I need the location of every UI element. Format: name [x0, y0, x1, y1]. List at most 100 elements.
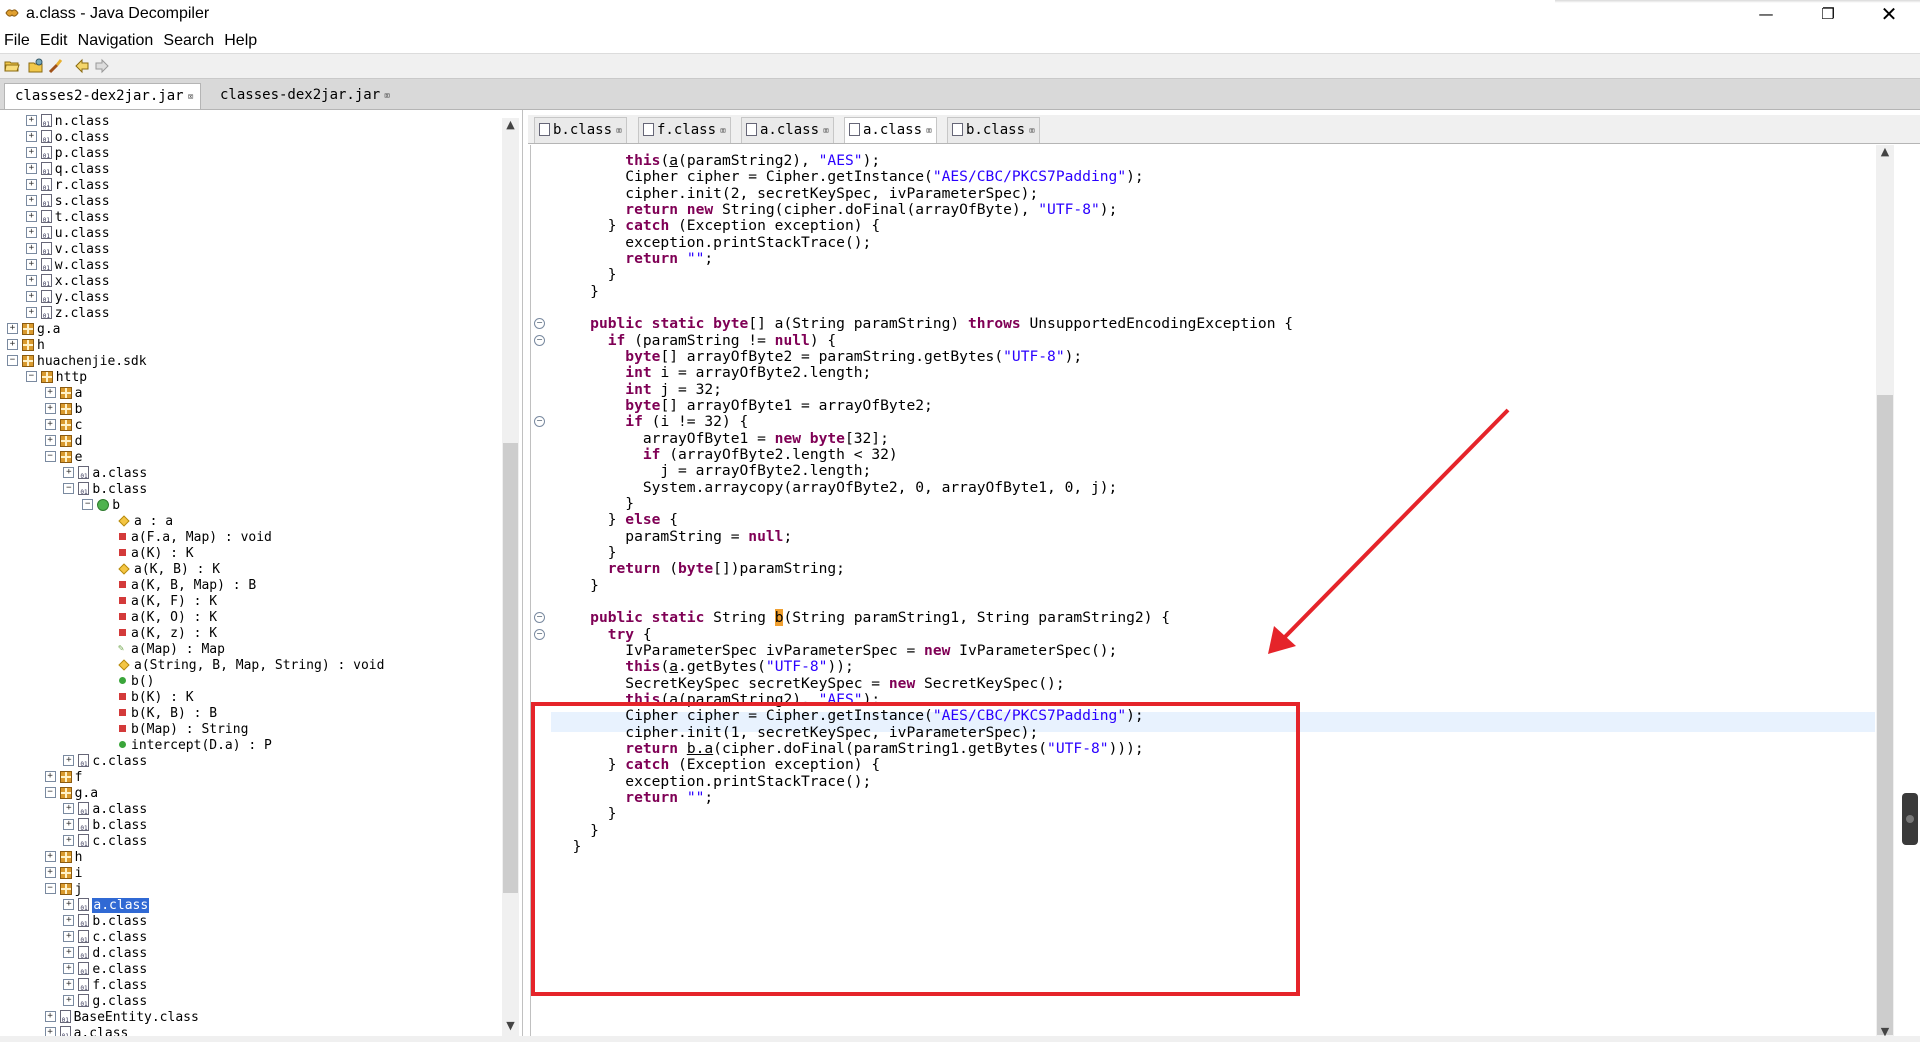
restore-button[interactable]: ❐ [1805, 0, 1851, 30]
expand-icon[interactable]: + [25, 275, 37, 286]
editor-tab[interactable]: b.class ⌧ [534, 117, 628, 143]
expand-icon[interactable]: + [44, 387, 56, 398]
expand-icon[interactable]: + [25, 243, 37, 254]
close-icon[interactable]: ⌧ [720, 126, 726, 137]
expand-icon[interactable]: + [25, 211, 37, 222]
close-icon[interactable]: ⌧ [1029, 126, 1035, 137]
tree-item[interactable]: − e [44, 450, 82, 466]
tree-item[interactable]: a(K) : K [117, 546, 194, 562]
tree-item[interactable]: − g.a [44, 786, 98, 802]
open-file-icon[interactable] [4, 58, 20, 74]
close-icon[interactable]: ⌧ [823, 126, 829, 137]
tree-item[interactable]: + y.class [25, 290, 110, 309]
forward-arrow-icon[interactable] [94, 58, 110, 74]
tree-item[interactable]: + s.class [25, 194, 110, 213]
tab-classes-dex2jar[interactable]: classes-dex2jar.jar ⌧ [210, 83, 396, 108]
expand-icon[interactable]: + [25, 291, 37, 302]
expand-icon[interactable]: + [25, 163, 37, 174]
expand-icon[interactable]: + [25, 179, 37, 190]
tree-item[interactable]: + n.class [25, 114, 110, 133]
back-arrow-icon[interactable] [74, 58, 90, 74]
expand-icon[interactable]: + [25, 227, 37, 238]
tree-item[interactable]: + d [44, 434, 82, 450]
expand-icon[interactable]: + [25, 195, 37, 206]
expand-icon[interactable]: + [44, 851, 56, 862]
side-slider-handle[interactable] [1902, 793, 1918, 845]
expand-icon[interactable]: + [63, 899, 75, 910]
tree-item[interactable]: − b [82, 498, 120, 514]
tree-item[interactable]: a(K, F) : K [117, 594, 217, 610]
tree-item[interactable]: + g.a [7, 322, 60, 338]
menu-edit[interactable]: Edit [40, 30, 68, 50]
tree-item[interactable]: + a.class [63, 466, 147, 485]
tree-item[interactable]: a(String, B, Map, String) : void [117, 658, 384, 674]
tree-item[interactable]: + a.class [63, 802, 147, 821]
expand-icon[interactable]: + [25, 259, 37, 270]
tree-item[interactable]: + t.class [25, 210, 110, 229]
tree-item[interactable]: − j [44, 882, 82, 898]
close-icon[interactable]: ⌧ [616, 126, 622, 137]
expand-icon[interactable]: + [63, 947, 75, 958]
tree-item[interactable]: + c.class [63, 754, 147, 773]
scroll-down-icon[interactable]: ▼ [502, 1019, 519, 1036]
tree-item[interactable]: + p.class [25, 146, 110, 165]
tree-item[interactable]: + x.class [25, 274, 110, 293]
expand-icon[interactable]: + [25, 131, 37, 142]
tree-item[interactable]: + h [7, 338, 45, 354]
tree-item[interactable]: + o.class [25, 130, 110, 149]
tree-item[interactable]: + a.class [63, 898, 150, 917]
expand-icon[interactable]: + [7, 339, 18, 350]
tree-item[interactable]: + b.class [63, 818, 147, 837]
search-icon[interactable] [48, 58, 64, 74]
tree-item[interactable]: + h [44, 850, 82, 866]
menu-navigation[interactable]: Navigation [78, 30, 154, 50]
expand-icon[interactable]: + [44, 867, 56, 878]
tree-item[interactable]: + BaseEntity.class [44, 1010, 199, 1029]
expand-icon[interactable]: + [44, 1011, 56, 1022]
expand-icon[interactable]: + [25, 147, 37, 158]
tree-item[interactable]: a(K, B, Map) : B [117, 578, 256, 594]
expand-icon[interactable]: + [44, 435, 56, 446]
scroll-up-icon[interactable]: ▲ [1876, 145, 1894, 162]
tree-item[interactable]: + g.class [63, 994, 147, 1013]
tree-item[interactable]: − b.class [63, 482, 147, 501]
tree-item[interactable]: b(K, B) : B [117, 706, 217, 722]
scroll-thumb[interactable] [503, 443, 518, 893]
editor-tab[interactable]: b.class ⌧ [947, 117, 1041, 143]
tree-item[interactable]: + u.class [25, 226, 110, 245]
close-icon[interactable]: ⌧ [384, 91, 390, 102]
tree-item[interactable]: + q.class [25, 162, 110, 181]
menu-search[interactable]: Search [163, 30, 214, 50]
expand-icon[interactable]: + [63, 467, 75, 478]
expand-icon[interactable]: + [63, 915, 75, 926]
tree-item[interactable]: + r.class [25, 178, 110, 197]
fold-icon[interactable]: − [534, 416, 545, 428]
tree-item[interactable]: + v.class [25, 242, 110, 261]
expand-icon[interactable]: + [63, 819, 75, 830]
tree-item[interactable]: + b.class [63, 914, 147, 933]
tree-item[interactable]: + d.class [63, 946, 147, 965]
tree-item[interactable]: b() [117, 674, 154, 690]
tree-item[interactable]: − http [25, 370, 87, 386]
close-button[interactable]: ✕ [1866, 0, 1912, 30]
tree-item[interactable]: + i [44, 866, 82, 882]
collapse-icon[interactable]: − [44, 787, 56, 798]
tree-item[interactable]: ✎ a(Map) : Map [117, 642, 225, 658]
collapse-icon[interactable]: − [44, 883, 56, 894]
expand-icon[interactable]: + [44, 771, 56, 782]
tree-item[interactable]: + c [44, 418, 82, 434]
minimize-button[interactable]: — [1743, 0, 1789, 30]
tree-item[interactable]: a(K, z) : K [117, 626, 217, 642]
tree-item[interactable]: + w.class [25, 258, 110, 277]
tree-item[interactable]: a(K, B) : K [117, 562, 220, 578]
tree-item[interactable]: + c.class [63, 834, 147, 853]
expand-icon[interactable]: + [63, 835, 75, 846]
collapse-icon[interactable]: − [44, 451, 56, 462]
tree-item[interactable]: a(F.a, Map) : void [117, 530, 272, 546]
menu-help[interactable]: Help [224, 30, 257, 50]
tree-item[interactable]: + f.class [63, 978, 147, 997]
tree-item[interactable]: b(Map) : String [117, 722, 248, 738]
expand-icon[interactable]: + [7, 323, 18, 334]
fold-icon[interactable]: − [534, 318, 545, 330]
tree-item[interactable]: + z.class [25, 306, 110, 325]
